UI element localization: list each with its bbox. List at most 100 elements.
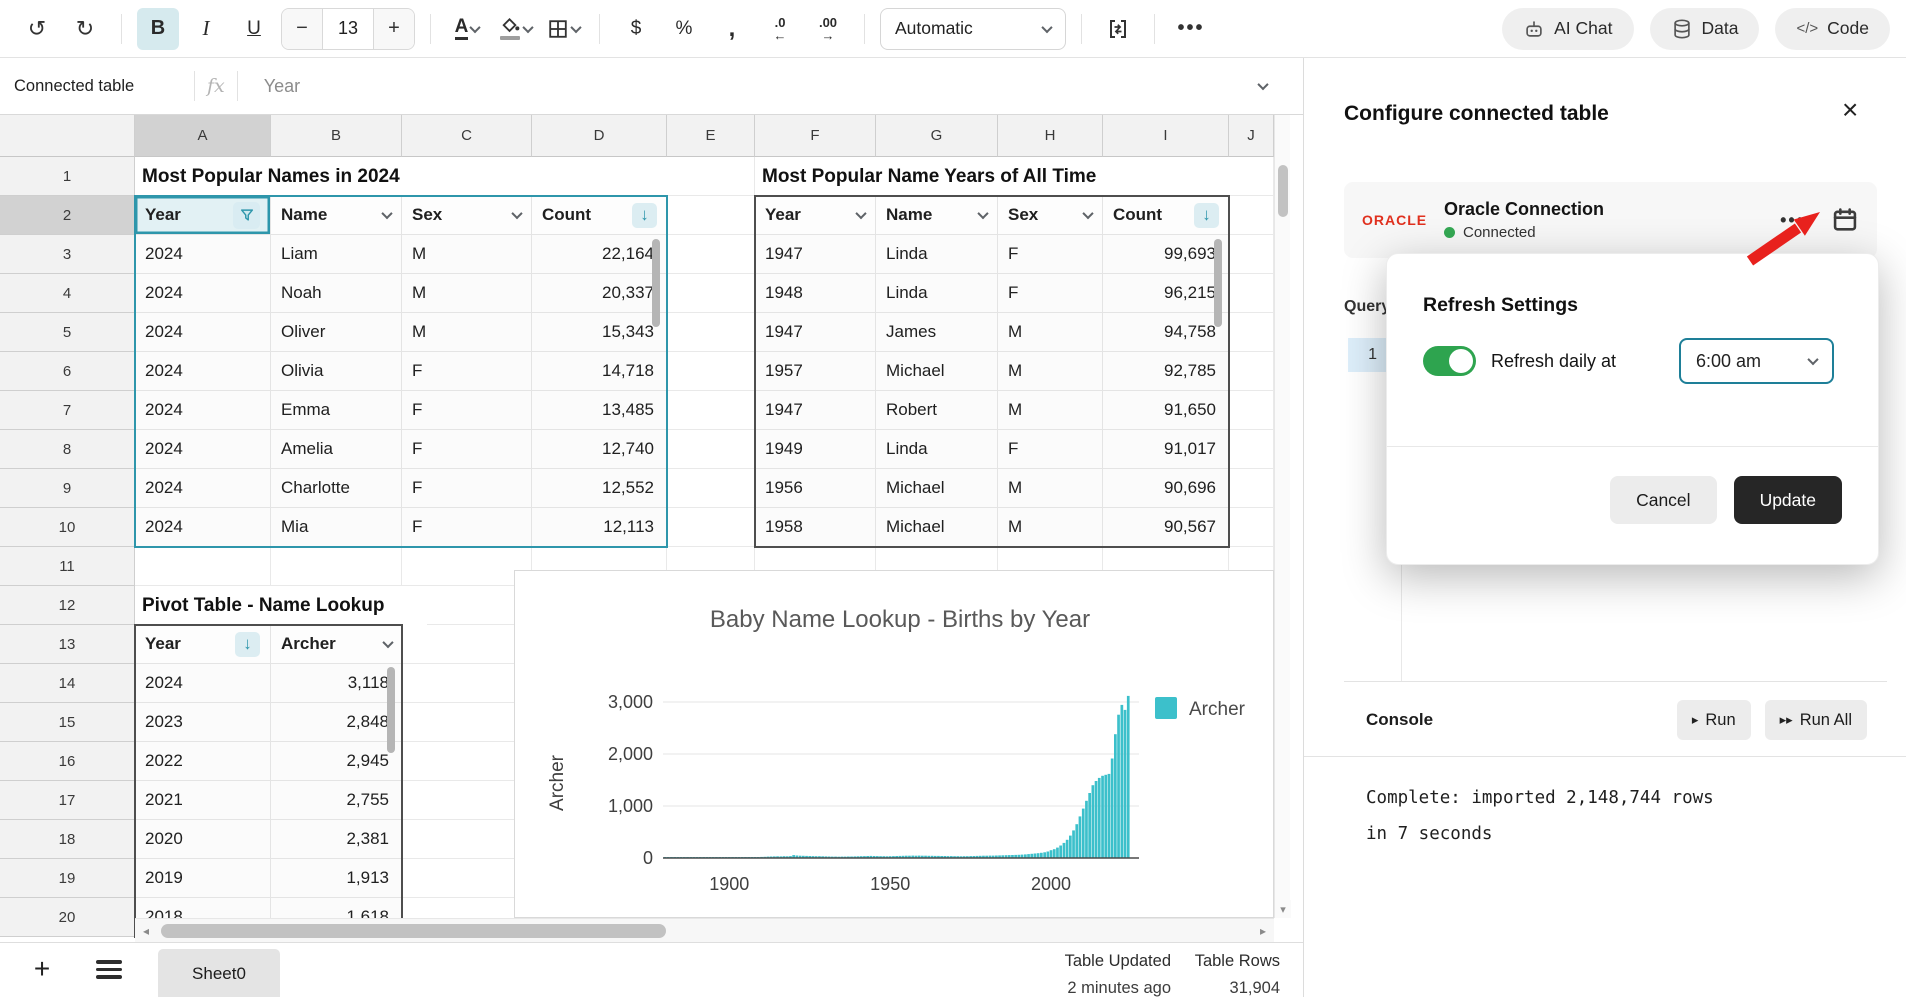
sort-desc-icon[interactable]: ↓ [632,203,657,228]
convert-button[interactable] [1097,8,1139,50]
borders-button[interactable] [542,8,584,50]
table-cell[interactable]: M [402,313,532,352]
scroll-down-arrow-icon[interactable]: ▾ [1275,900,1291,918]
ai-chat-button[interactable]: AI Chat [1502,8,1633,50]
table-cell[interactable]: 2019 [135,859,271,898]
table-cell[interactable]: 15,343 [532,313,667,352]
sheet-tab[interactable]: Sheet0 [158,949,280,997]
chevron-down-icon[interactable] [977,208,988,219]
table-cell[interactable]: 2,755 [271,781,402,820]
cell-E10[interactable] [667,508,755,547]
cell-J9[interactable] [1229,469,1274,508]
horizontal-scrollbar-thumb[interactable] [161,924,666,938]
number-format-select[interactable]: Automatic [880,8,1066,50]
fill-color-button[interactable] [494,8,536,50]
table-cell[interactable]: 2024 [135,664,271,703]
table-cell[interactable]: 1947 [755,235,876,274]
italic-button[interactable]: I [185,8,227,50]
table-cell[interactable]: 90,696 [1103,469,1229,508]
cell-E8[interactable] [667,430,755,469]
table-cell[interactable]: 1,913 [271,859,402,898]
table-cell[interactable]: M [402,274,532,313]
table-header-year[interactable]: Year [755,196,876,235]
cell-A11[interactable] [135,547,271,586]
column-header-F[interactable]: F [755,115,876,157]
row-header-9[interactable]: 9 [0,469,135,508]
table-header-name[interactable]: Name [271,196,402,235]
table-cell[interactable]: 2024 [135,352,271,391]
table-cell[interactable]: 2024 [135,430,271,469]
table-header-count[interactable]: Count↓ [532,196,667,235]
row-header-11[interactable]: 11 [0,547,135,586]
table-cell[interactable]: 3,118 [271,664,402,703]
table-cell[interactable]: 2021 [135,781,271,820]
cell-J5[interactable] [1229,313,1274,352]
row-header-16[interactable]: 16 [0,742,135,781]
cell-E2[interactable] [667,196,755,235]
cell-J2[interactable] [1229,196,1274,235]
table-cell[interactable]: M [998,352,1103,391]
cell-C19[interactable] [402,859,532,898]
cell-E5[interactable] [667,313,755,352]
table-cell[interactable]: Robert [876,391,998,430]
cell-J3[interactable] [1229,235,1274,274]
table-cell[interactable]: 2,381 [271,820,402,859]
table-cell[interactable]: F [402,469,532,508]
table-header-count[interactable]: Count↓ [1103,196,1229,235]
row-header-6[interactable]: 6 [0,352,135,391]
cell-C15[interactable] [402,703,532,742]
table-cell[interactable]: 2024 [135,508,271,547]
chart-panel[interactable]: 01,0002,0003,000190019502000Baby Name Lo… [514,570,1274,918]
table-cell[interactable]: 14,718 [532,352,667,391]
table-cell[interactable]: 2023 [135,703,271,742]
table-cell[interactable]: 12,113 [532,508,667,547]
pivot-table-scrollbar[interactable] [387,667,395,753]
table-alltime-title-cell[interactable]: Most Popular Name Years of All Time [755,157,1229,196]
cell-J8[interactable] [1229,430,1274,469]
column-header-I[interactable]: I [1103,115,1229,157]
table-2024-scrollbar[interactable] [652,239,660,327]
vertical-scrollbar[interactable]: ▾ [1274,115,1290,918]
table-cell[interactable]: 90,567 [1103,508,1229,547]
data-button[interactable]: Data [1650,8,1760,50]
table-cell[interactable]: James [876,313,998,352]
scroll-right-arrow-icon[interactable]: ▸ [1252,924,1274,938]
table-cell[interactable]: 22,164 [532,235,667,274]
table-cell[interactable]: Charlotte [271,469,402,508]
table-cell[interactable]: Amelia [271,430,402,469]
table-cell[interactable]: 1948 [755,274,876,313]
table-header-year[interactable]: Year↓ [135,625,271,664]
table-cell[interactable]: F [998,235,1103,274]
table-cell[interactable]: Michael [876,352,998,391]
name-box[interactable]: Connected table [14,77,182,96]
currency-format-button[interactable]: $ [615,8,657,50]
table-cell[interactable]: M [998,391,1103,430]
horizontal-scrollbar[interactable]: ◂ ▸ [135,918,1274,942]
cell-J6[interactable] [1229,352,1274,391]
row-header-5[interactable]: 5 [0,313,135,352]
table-cell[interactable]: 91,650 [1103,391,1229,430]
cell-E6[interactable] [667,352,755,391]
table-header-archer[interactable]: Archer [271,625,402,664]
cell-B11[interactable] [271,547,402,586]
table-cell[interactable]: Linda [876,235,998,274]
table-cell[interactable]: 12,740 [532,430,667,469]
cell-E7[interactable] [667,391,755,430]
table-cell[interactable]: F [998,274,1103,313]
table-header-sex[interactable]: Sex [998,196,1103,235]
cell-J1[interactable] [1229,157,1274,196]
cell-C13[interactable] [402,625,532,664]
bold-button[interactable]: B [137,8,179,50]
sort-desc-icon[interactable]: ↓ [235,632,260,657]
table-cell[interactable]: F [402,430,532,469]
table-cell[interactable]: Emma [271,391,402,430]
row-header-1[interactable]: 1 [0,157,135,196]
table-cell[interactable]: 1956 [755,469,876,508]
table-cell[interactable]: Michael [876,508,998,547]
cell-J7[interactable] [1229,391,1274,430]
cancel-button[interactable]: Cancel [1610,476,1716,524]
chevron-down-icon[interactable] [511,208,522,219]
row-header-2[interactable]: 2 [0,196,135,235]
vertical-scrollbar-thumb[interactable] [1278,165,1288,217]
table-cell[interactable]: F [402,352,532,391]
